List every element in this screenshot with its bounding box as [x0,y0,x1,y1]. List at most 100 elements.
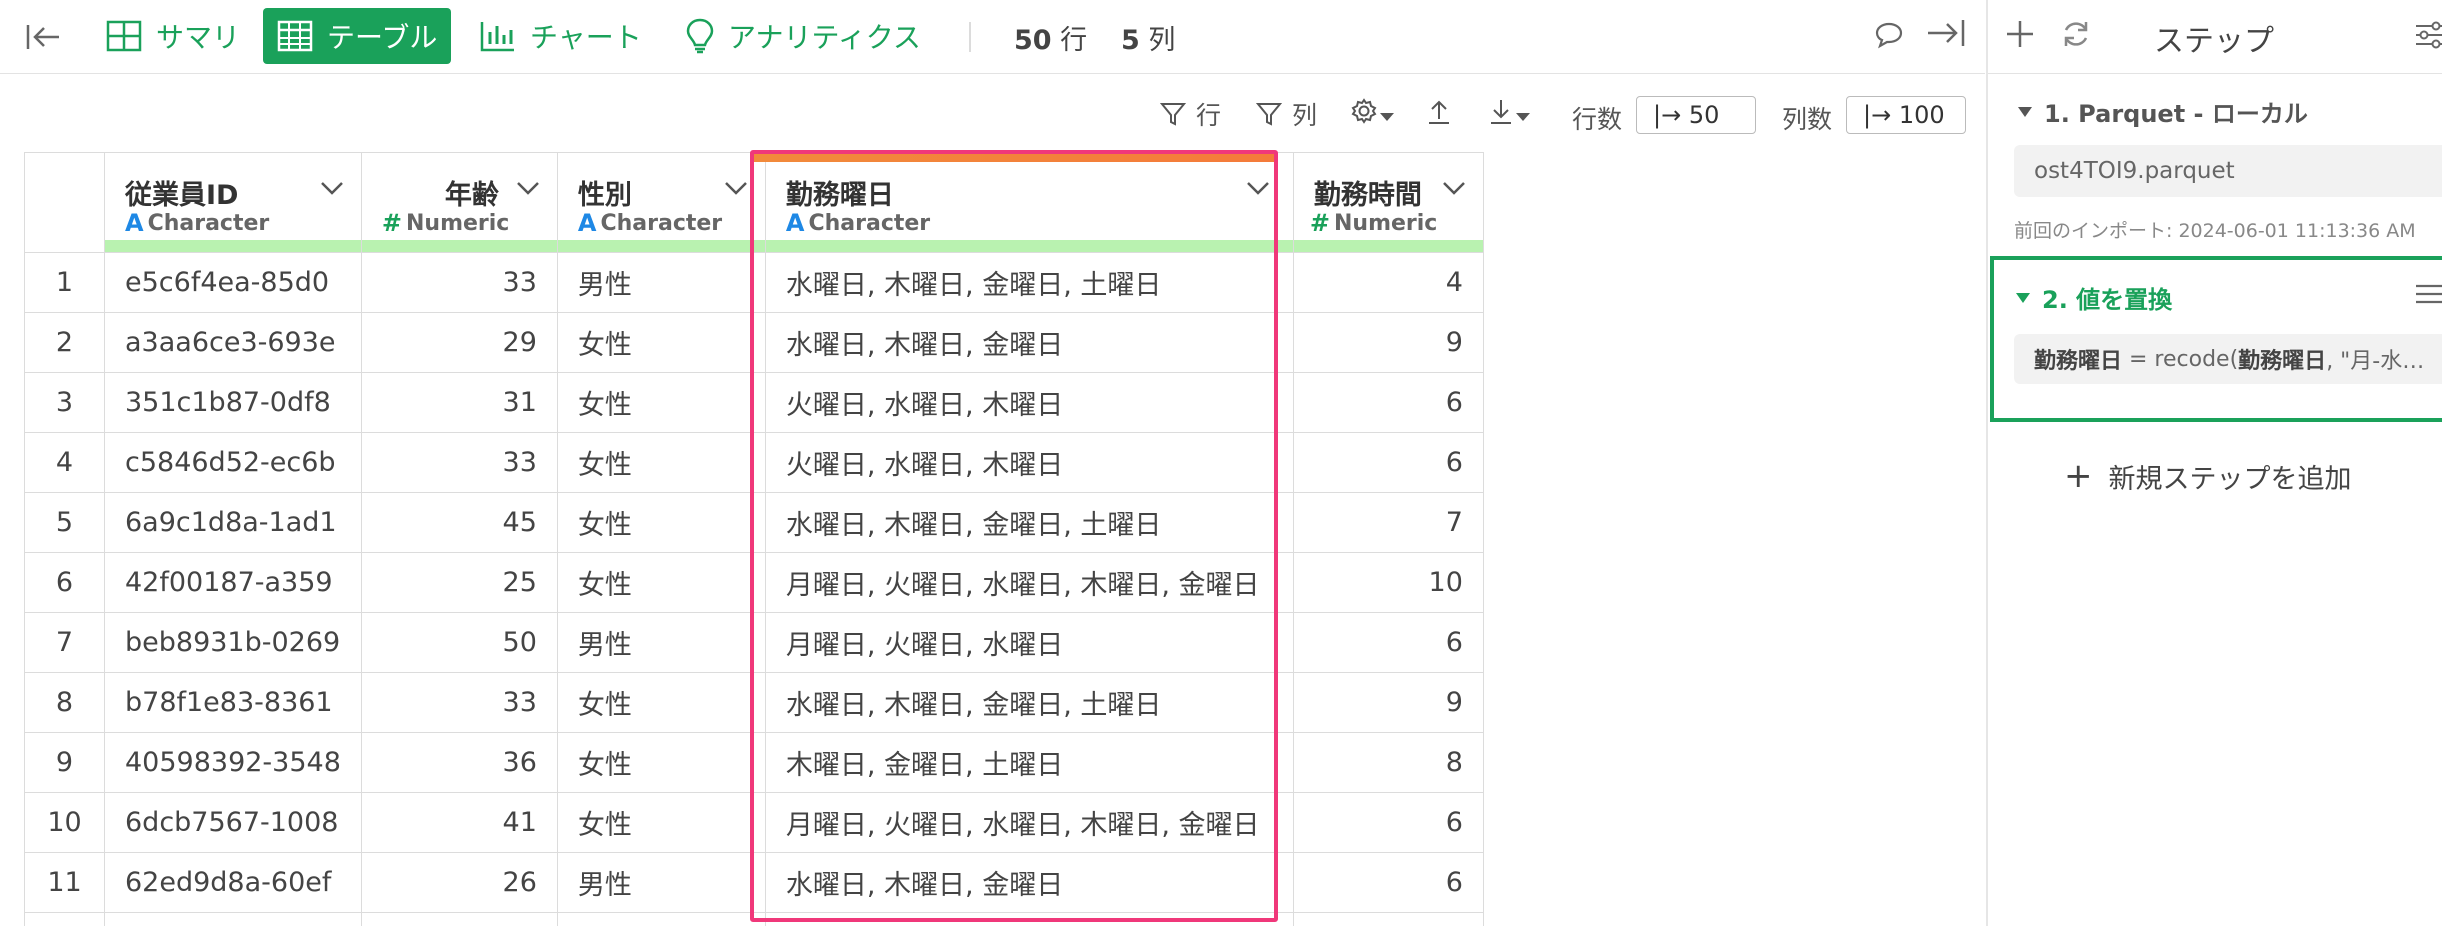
step-1-file[interactable]: ost4TOI9.parquet [2014,145,2442,197]
table-cell[interactable]: 木曜日, 金曜日, 土曜日 [764,732,1294,793]
table-cell[interactable]: 火曜日, 水曜日, 木曜日 [764,372,1294,433]
table-cell[interactable]: 女性 [556,372,766,433]
table-cell[interactable]: 女性 [556,432,766,493]
table-cell[interactable]: 26 [360,852,558,913]
chevron-down-icon[interactable] [723,179,749,199]
table-cell[interactable]: beb8931b-0269 [104,612,362,673]
tab-summary[interactable]: サマリ [92,8,254,64]
table-settings-button[interactable] [1350,94,1396,134]
add-step-button[interactable]: + 新規ステップを追加 [2064,456,2352,496]
table-cell[interactable]: 351c1b87-0df8 [104,372,362,433]
table-row[interactable]: 1 e5c6f4ea-85d0 33 男性 水曜日, 木曜日, 金曜日, 土曜日 4 [24,252,1484,313]
table-cell[interactable]: 女性 [556,792,766,853]
cols-limit-input[interactable]: |→ 100 [1846,96,1966,134]
table-cell[interactable]: 4 [1292,252,1484,313]
table-cell[interactable]: 41 [360,792,558,853]
download-button[interactable] [1488,94,1532,134]
table-cell[interactable]: 男性 [556,252,766,313]
add-icon[interactable] [2004,18,2042,56]
refresh-icon[interactable] [2060,18,2098,56]
chevron-down-icon[interactable] [1441,179,1467,199]
table-cell[interactable]: 25 [360,552,558,613]
tab-chart[interactable]: チャート [466,8,656,64]
table-cell[interactable]: 女性 [556,672,766,733]
step-2-header[interactable]: 2. 値を置換 [2016,280,2172,315]
step-1-header[interactable]: 1. Parquet - ローカル [2018,94,2308,129]
table-cell[interactable]: 水曜日, 木曜日, 金曜日 [764,312,1294,373]
table-cell[interactable]: 女性 [556,312,766,373]
chevron-down-icon[interactable] [515,179,541,199]
column-header[interactable]: 性別 A Character [556,152,766,253]
table-cell[interactable]: 月曜日, 火曜日, 水曜日 [764,612,1294,673]
table-cell[interactable]: 水曜日, 木曜日, 金曜日, 土曜日 [764,252,1294,313]
table-cell[interactable]: 6 [1292,612,1484,673]
table-cell[interactable]: 女性 [556,552,766,613]
chevron-down-icon[interactable] [319,179,345,199]
column-header[interactable]: 年齢 # Numeric [360,152,558,253]
column-filter-button[interactable]: 列 [1256,94,1317,134]
table-cell[interactable]: 45 [360,492,558,553]
collapse-right-icon[interactable] [1926,18,1970,56]
tab-table[interactable]: テーブル [263,8,452,64]
table-row[interactable]: 2 a3aa6ce3-693e 29 女性 水曜日, 木曜日, 金曜日 9 [24,312,1484,373]
row-filter-button[interactable]: 行 [1160,94,1221,134]
table-cell[interactable]: 男性 [556,612,766,673]
table-row[interactable]: 6 42f00187-a359 25 女性 月曜日, 火曜日, 水曜日, 木曜日, 金曜… [24,552,1484,613]
table-cell[interactable]: 6 [1292,792,1484,853]
table-cell[interactable]: 6 [1292,432,1484,493]
table-cell[interactable]: 女性 [556,492,766,553]
upload-button[interactable] [1426,94,1452,134]
table-cell[interactable]: 9 [1292,672,1484,733]
step-2-card[interactable]: 2. 値を置換 勤務曜日 = recode( 勤務曜日 , "月-水… [1990,256,2442,422]
table-cell[interactable]: 33 [360,252,558,313]
column-header[interactable]: 従業員ID A Character [104,152,362,253]
table-cell[interactable]: 29 [360,312,558,373]
column-header[interactable]: 勤務時間 # Numeric [1292,152,1484,253]
table-cell[interactable]: 6 [1292,852,1484,913]
table-cell[interactable]: 9 [1292,312,1484,373]
table-cell[interactable]: 40598392-3548 [104,732,362,793]
rows-limit-input[interactable]: |→ 50 [1636,96,1756,134]
table-row[interactable]: 11 62ed9d8a-60ef 26 男性 水曜日, 木曜日, 金曜日 6 [24,852,1484,913]
table-cell[interactable]: 33 [360,432,558,493]
step-2-expression[interactable]: 勤務曜日 = recode( 勤務曜日 , "月-水… [2014,334,2442,384]
table-cell[interactable]: 6dcb7567-1008 [104,792,362,853]
tab-analytics[interactable]: アナリティクス [672,8,935,64]
table-row[interactable]: 5 6a9c1d8a-1ad1 45 女性 水曜日, 木曜日, 金曜日, 土曜日 7 [24,492,1484,553]
table-cell[interactable]: 6 [1292,372,1484,433]
sliders-icon[interactable] [2414,20,2442,54]
table-cell[interactable]: c5846d52-ec6b [104,432,362,493]
table-cell[interactable]: 水曜日, 木曜日, 金曜日, 土曜日 [764,492,1294,553]
table-cell[interactable]: 62ed9d8a-60ef [104,852,362,913]
table-cell[interactable]: 月曜日, 火曜日, 水曜日, 木曜日, 金曜日 [764,552,1294,613]
table-row[interactable]: 8 b78f1e83-8361 33 女性 水曜日, 木曜日, 金曜日, 土曜日 9 [24,672,1484,733]
comment-icon[interactable] [1874,20,1910,54]
table-cell[interactable]: 36 [360,732,558,793]
table-cell[interactable]: 火曜日, 水曜日, 木曜日 [764,432,1294,493]
table-cell[interactable]: 水曜日, 木曜日, 金曜日, 土曜日 [764,672,1294,733]
table-cell[interactable]: 33 [360,672,558,733]
table-cell[interactable]: 42f00187-a359 [104,552,362,613]
table-cell[interactable]: 女性 [556,732,766,793]
table-cell[interactable]: 月曜日, 火曜日, 水曜日, 木曜日, 金曜日 [764,792,1294,853]
table-cell[interactable]: 8 [1292,732,1484,793]
table-cell[interactable]: 6a9c1d8a-1ad1 [104,492,362,553]
table-cell[interactable]: e5c6f4ea-85d0 [104,252,362,313]
table-cell[interactable]: 男性 [556,852,766,913]
table-cell[interactable]: a3aa6ce3-693e [104,312,362,373]
table-cell[interactable]: 水曜日, 木曜日, 金曜日 [764,852,1294,913]
table-cell[interactable]: 7 [1292,492,1484,553]
table-cell[interactable]: 50 [360,612,558,673]
menu-icon[interactable] [2414,282,2442,308]
column-header-selected[interactable]: 勤務曜日 A Character [764,152,1294,253]
table-row[interactable]: 10 6dcb7567-1008 41 女性 月曜日, 火曜日, 水曜日, 木曜日, 金… [24,792,1484,853]
table-row[interactable]: 7 beb8931b-0269 50 男性 月曜日, 火曜日, 水曜日 6 [24,612,1484,673]
table-row[interactable]: 4 c5846d52-ec6b 33 女性 火曜日, 水曜日, 木曜日 6 [24,432,1484,493]
table-cell[interactable]: b78f1e83-8361 [104,672,362,733]
table-row[interactable]: 9 40598392-3548 36 女性 木曜日, 金曜日, 土曜日 8 [24,732,1484,793]
table-cell[interactable]: 31 [360,372,558,433]
chevron-down-icon[interactable] [1245,179,1271,199]
table-cell[interactable]: 10 [1292,552,1484,613]
collapse-left-icon[interactable] [22,17,64,57]
table-row[interactable]: 3 351c1b87-0df8 31 女性 火曜日, 水曜日, 木曜日 6 [24,372,1484,433]
